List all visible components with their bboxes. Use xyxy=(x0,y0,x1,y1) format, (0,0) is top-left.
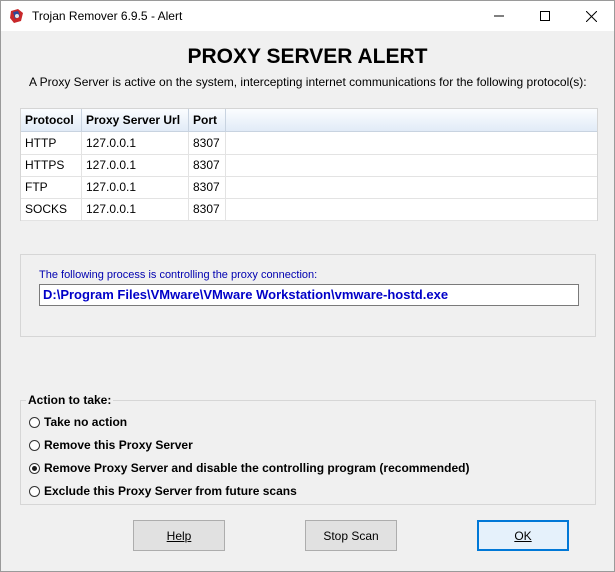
maximize-icon xyxy=(540,11,550,21)
table-row[interactable]: HTTPS 127.0.0.1 8307 xyxy=(21,154,597,177)
radio-button-selected[interactable] xyxy=(29,462,40,474)
radio-take-no-action[interactable]: Take no action xyxy=(29,413,127,431)
alert-description: A Proxy Server is active on the system, … xyxy=(29,75,587,89)
cell-url: 127.0.0.1 xyxy=(82,154,189,176)
cell-url: 127.0.0.1 xyxy=(82,176,189,198)
process-path-field[interactable]: D:\Program Files\VMware\VMware Workstati… xyxy=(39,284,579,306)
radio-button[interactable] xyxy=(29,416,40,428)
table-row[interactable]: SOCKS 127.0.0.1 8307 xyxy=(21,198,597,221)
cell-protocol: HTTP xyxy=(21,132,82,154)
action-group-legend: Action to take: xyxy=(26,393,114,407)
trojan-remover-icon xyxy=(10,9,23,23)
close-icon xyxy=(585,10,597,22)
window-title: Trojan Remover 6.9.5 - Alert xyxy=(32,9,183,23)
process-panel: The following process is controlling the… xyxy=(20,254,596,337)
title-bar[interactable]: Trojan Remover 6.9.5 - Alert xyxy=(1,1,614,31)
table-row[interactable]: HTTP 127.0.0.1 8307 xyxy=(21,132,597,155)
radio-button[interactable] xyxy=(29,439,40,451)
radio-remove-and-disable[interactable]: Remove Proxy Server and disable the cont… xyxy=(29,459,469,477)
cell-url: 127.0.0.1 xyxy=(82,132,189,154)
ok-button-label[interactable]: OK xyxy=(514,529,531,543)
action-group: Action to take: Take no action Remove th… xyxy=(20,393,596,505)
cell-protocol: FTP xyxy=(21,176,82,198)
stop-scan-button[interactable]: Stop Scan xyxy=(305,520,397,551)
column-header-protocol[interactable]: Protocol xyxy=(21,109,82,131)
radio-button[interactable] xyxy=(29,485,40,497)
radio-label[interactable]: Remove Proxy Server and disable the cont… xyxy=(44,461,469,475)
cell-port: 8307 xyxy=(189,154,226,176)
cell-protocol: HTTPS xyxy=(21,154,82,176)
column-header-port[interactable]: Port xyxy=(189,109,226,131)
process-label: The following process is controlling the… xyxy=(39,269,318,281)
cell-url: 127.0.0.1 xyxy=(82,198,189,220)
alert-window: Trojan Remover 6.9.5 - Alert PROXY SERVE… xyxy=(0,0,615,572)
close-button[interactable] xyxy=(568,1,614,31)
stop-scan-button-label[interactable]: Stop Scan xyxy=(323,529,378,543)
cell-port: 8307 xyxy=(189,132,226,154)
cell-port: 8307 xyxy=(189,176,226,198)
radio-label[interactable]: Remove this Proxy Server xyxy=(44,438,193,452)
table-row[interactable]: FTP 127.0.0.1 8307 xyxy=(21,176,597,199)
column-header-url[interactable]: Proxy Server Url xyxy=(82,109,189,131)
proxy-table[interactable]: Protocol Proxy Server Url Port HTTP 127.… xyxy=(20,108,598,221)
help-button[interactable]: Help xyxy=(133,520,225,551)
table-header: Protocol Proxy Server Url Port xyxy=(21,109,597,132)
maximize-button[interactable] xyxy=(522,1,568,31)
alert-heading: PROXY SERVER ALERT xyxy=(187,45,428,68)
cell-port: 8307 xyxy=(189,198,226,220)
help-button-label[interactable]: Help xyxy=(167,529,192,543)
cell-protocol: SOCKS xyxy=(21,198,82,220)
radio-label[interactable]: Exclude this Proxy Server from future sc… xyxy=(44,484,297,498)
dialog-body: PROXY SERVER ALERT A Proxy Server is act… xyxy=(1,31,614,571)
radio-remove-proxy[interactable]: Remove this Proxy Server xyxy=(29,436,193,454)
radio-exclude-proxy[interactable]: Exclude this Proxy Server from future sc… xyxy=(29,482,297,500)
radio-label[interactable]: Take no action xyxy=(44,415,127,429)
minimize-icon xyxy=(494,15,504,17)
minimize-button[interactable] xyxy=(476,1,522,31)
ok-button[interactable]: OK xyxy=(477,520,569,551)
